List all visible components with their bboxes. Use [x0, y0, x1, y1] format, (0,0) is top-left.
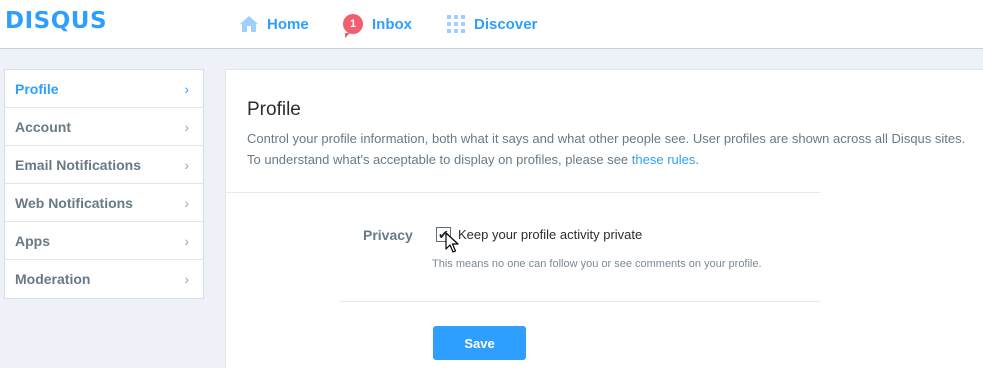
- chevron-right-icon: ›: [184, 118, 189, 135]
- page-description: Control your profile information, both w…: [247, 128, 977, 170]
- sidebar-item-label: Moderation: [15, 271, 91, 287]
- disqus-logo[interactable]: DISQUS: [5, 8, 107, 34]
- sidebar-item-apps[interactable]: Apps ›: [5, 222, 203, 260]
- chevron-right-icon: ›: [184, 194, 189, 211]
- chevron-right-icon: ›: [184, 232, 189, 249]
- nav-inbox-label: Inbox: [372, 15, 412, 33]
- inbox-count-badge: 1: [343, 14, 363, 38]
- settings-sidebar: Profile › Account › Email Notifications …: [4, 69, 204, 299]
- sidebar-item-web-notifications[interactable]: Web Notifications ›: [5, 184, 203, 222]
- sidebar-item-label: Web Notifications: [15, 194, 133, 211]
- top-navbar: DISQUS Home 1 Inbox Discover: [0, 0, 983, 49]
- nav-home[interactable]: Home: [239, 12, 309, 36]
- chevron-right-icon: ›: [184, 80, 189, 97]
- privacy-label: Privacy: [363, 227, 413, 243]
- home-icon: [240, 16, 258, 32]
- sidebar-item-label: Email Notifications: [15, 156, 142, 173]
- sidebar-item-label: Account: [15, 118, 71, 135]
- grid-icon: [447, 15, 465, 33]
- nav-discover-label: Discover: [474, 15, 538, 33]
- nav-discover[interactable]: Discover: [446, 12, 537, 36]
- sidebar-item-label: Apps: [15, 232, 50, 249]
- section-divider: [226, 192, 820, 193]
- profile-settings-panel: Profile Control your profile information…: [225, 69, 983, 368]
- mouse-pointer-icon: [445, 232, 459, 253]
- description-end: .: [695, 152, 699, 167]
- form-divider: [340, 301, 820, 302]
- nav-inbox[interactable]: 1 Inbox: [343, 12, 412, 38]
- privacy-hint: This means no one can follow you or see …: [432, 258, 762, 270]
- nav-home-label: Home: [267, 15, 309, 33]
- chevron-right-icon: ›: [184, 156, 189, 173]
- sidebar-item-label: Profile: [15, 80, 59, 97]
- description-text: Control your profile information, both w…: [247, 131, 966, 167]
- chevron-right-icon: ›: [184, 271, 189, 287]
- save-button[interactable]: Save: [433, 326, 526, 360]
- sidebar-item-moderation[interactable]: Moderation ›: [5, 260, 203, 298]
- sidebar-item-account[interactable]: Account ›: [5, 108, 203, 146]
- rules-link[interactable]: these rules: [632, 152, 696, 167]
- sidebar-item-email-notifications[interactable]: Email Notifications ›: [5, 146, 203, 184]
- private-activity-label[interactable]: Keep your profile activity private: [458, 227, 642, 242]
- page-title: Profile: [247, 99, 301, 120]
- sidebar-item-profile[interactable]: Profile ›: [5, 70, 203, 108]
